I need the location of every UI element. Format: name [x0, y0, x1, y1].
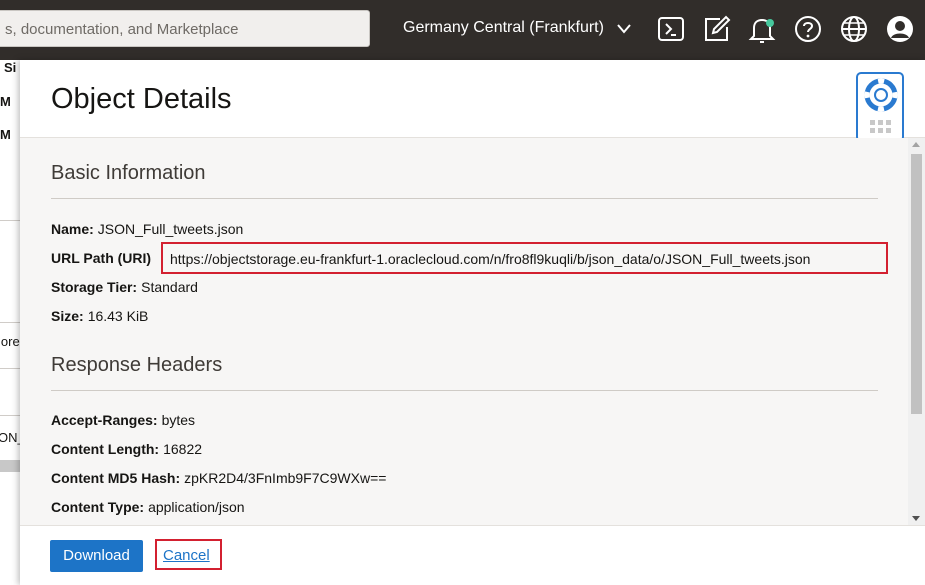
size-label: Size:	[51, 308, 84, 324]
bg-scrollbar	[0, 460, 20, 472]
content-length-value: 16822	[163, 441, 203, 457]
content-md5-value: zpKR2D4/3FnImb9F7C9WXw==	[184, 470, 387, 486]
accept-ranges-row: Accept-Ranges: bytes	[51, 412, 195, 428]
url-path-value[interactable]: https://objectstorage.eu-frankfurt-1.ora…	[170, 251, 810, 267]
bg-fragment: lore	[0, 334, 20, 349]
content-md5-row: Content MD5 Hash: zpKR2D4/3FnImb9F7C9WXw=…	[51, 470, 386, 486]
size-row: Size: 16.43 KiB	[51, 308, 148, 324]
download-button[interactable]: Download	[50, 540, 143, 572]
search-placeholder: s, documentation, and Marketplace	[5, 21, 239, 38]
globe-icon[interactable]	[839, 14, 869, 44]
user-icon[interactable]	[885, 14, 915, 44]
bg-divider	[0, 220, 20, 221]
panel-body: Basic Information Name: JSON_Full_tweets.…	[20, 138, 925, 525]
storage-tier-row: Storage Tier: Standard	[51, 279, 198, 295]
accept-ranges-label: Accept-Ranges:	[51, 412, 158, 428]
help-icon[interactable]	[793, 14, 823, 44]
section-divider	[51, 390, 878, 391]
size-value: 16.43 KiB	[87, 308, 149, 324]
scrollbar-thumb[interactable]	[911, 154, 922, 414]
region-selector[interactable]: Germany Central (Frankfurt)	[403, 19, 604, 37]
bell-icon[interactable]	[747, 14, 777, 44]
url-path-highlight: https://objectstorage.eu-frankfurt-1.ora…	[161, 242, 888, 274]
section-divider	[51, 198, 878, 199]
notification-dot	[766, 19, 774, 27]
content-md5-label: Content MD5 Hash:	[51, 470, 181, 486]
name-label: Name:	[51, 221, 94, 237]
storage-tier-label: Storage Tier:	[51, 279, 138, 295]
name-value: JSON_Full_tweets.json	[97, 221, 244, 237]
content-length-row: Content Length: 16822	[51, 441, 202, 457]
scroll-down-arrow-icon[interactable]	[912, 516, 920, 521]
panel-title: Object Details	[51, 83, 232, 115]
cancel-highlight: Cancel	[155, 539, 222, 570]
drag-handle-icon[interactable]	[870, 120, 892, 134]
panel-scrollbar[interactable]	[908, 138, 925, 525]
content-type-row: Content Type: application/json	[51, 499, 245, 515]
cancel-link[interactable]: Cancel	[163, 547, 210, 564]
help-widget[interactable]	[856, 72, 904, 142]
background-page: Si M M lore ON_	[0, 60, 20, 585]
bg-divider	[0, 322, 20, 323]
object-details-panel: Object Details Basic Information Name: JS…	[20, 60, 925, 585]
cloud-shell-icon[interactable]	[656, 14, 686, 44]
bg-divider	[0, 368, 20, 369]
bg-fragment: M	[0, 127, 11, 142]
url-path-row: URL Path (URI)	[51, 250, 155, 266]
accept-ranges-value: bytes	[161, 412, 196, 428]
bg-fragment: Si	[4, 60, 17, 75]
search-input[interactable]: s, documentation, and Marketplace	[0, 10, 370, 47]
bg-fragment: ON_	[0, 430, 20, 445]
edit-icon[interactable]	[702, 14, 732, 44]
storage-tier-value: Standard	[141, 279, 198, 295]
chevron-down-icon[interactable]	[616, 22, 632, 36]
panel-header: Object Details	[20, 60, 925, 138]
content-type-label: Content Type:	[51, 499, 145, 515]
top-navigation-bar: s, documentation, and Marketplace German…	[0, 0, 925, 60]
name-row: Name: JSON_Full_tweets.json	[51, 221, 243, 237]
url-path-label: URL Path (URI)	[51, 250, 152, 266]
content-length-label: Content Length:	[51, 441, 160, 457]
response-headers-heading: Response Headers	[51, 354, 223, 376]
bg-fragment: M	[0, 94, 11, 109]
content-type-value: application/json	[148, 499, 245, 515]
scroll-up-arrow-icon[interactable]	[912, 142, 920, 147]
basic-information-heading: Basic Information	[51, 162, 206, 184]
panel-footer: Download Cancel	[20, 525, 925, 585]
lifebuoy-icon	[864, 78, 898, 112]
bg-divider	[0, 415, 20, 416]
